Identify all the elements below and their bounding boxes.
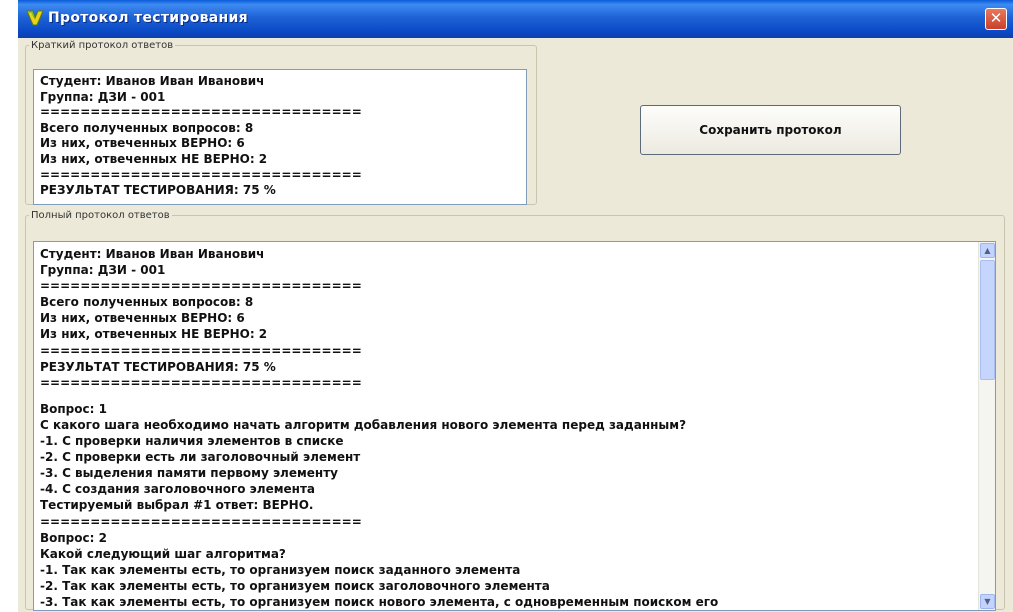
summary-line: Из них, отвеченных ВЕРНО: 6: [40, 136, 245, 151]
question-text: Какой следующий шаг алгоритма?: [40, 546, 286, 561]
full-protocol-content: Студент: Иванов Иван Иванович Группа: ДЗ…: [40, 246, 970, 610]
answer-option: -2. С проверки есть ли заголовочный элем…: [40, 450, 361, 465]
protocol-line: Из них, отвеченных НЕ ВЕРНО: 2: [40, 327, 268, 342]
answer-option: -1. С проверки наличия элементов в списк…: [40, 434, 344, 449]
protocol-line: Группа: ДЗИ - 001: [40, 263, 166, 278]
full-protocol-legend: Полный протокол ответов: [31, 210, 170, 221]
test-protocol-window: Протокол тестирования ✕ Краткий протокол…: [18, 0, 1013, 612]
scroll-down-button[interactable]: ▼: [980, 594, 995, 609]
answer-option: -1. Так как элементы есть, то организуем…: [40, 562, 521, 577]
title-bar[interactable]: Протокол тестирования ✕: [18, 0, 1013, 38]
answer-option: -3. Так как элементы есть, то организуем…: [40, 594, 719, 609]
answer-option: -3. С выделения памяти первому элементу: [40, 466, 339, 481]
chevron-up-icon: ▲: [984, 246, 991, 255]
full-protocol-group: Полный протокол ответов Студент: Иванов …: [25, 210, 1005, 611]
summary-line: ================================: [40, 167, 362, 182]
vertical-scrollbar[interactable]: ▲ ▼: [978, 242, 995, 610]
window-title: Протокол тестирования: [48, 10, 248, 26]
protocol-line: ================================: [40, 343, 362, 358]
close-button[interactable]: ✕: [985, 8, 1007, 30]
protocol-line: Студент: Иванов Иван Иванович: [40, 247, 265, 261]
protocol-line: РЕЗУЛЬТАТ ТЕСТИРОВАНИЯ: 75 %: [40, 359, 276, 374]
summary-line: ================================: [40, 105, 362, 120]
scrollbar-thumb[interactable]: [980, 260, 995, 380]
summary-line: Из них, отвеченных НЕ ВЕРНО: 2: [40, 151, 268, 166]
scroll-up-button[interactable]: ▲: [980, 243, 995, 258]
question-number: Вопрос: 2: [40, 530, 107, 545]
summary-protocol-legend: Краткий протокол ответов: [31, 40, 174, 51]
app-icon: [26, 10, 44, 26]
question-text: С какого шага необходимо начать алгоритм…: [40, 417, 687, 432]
summary-protocol-group: Краткий протокол ответов Студент: Иванов…: [25, 40, 537, 205]
summary-line: Группа: ДЗИ - 001: [40, 89, 166, 104]
answer-option: -4. С создания заголовочного элемента: [40, 482, 316, 497]
chevron-down-icon: ▼: [984, 597, 991, 606]
protocol-line: ================================: [40, 514, 362, 529]
answer-option: -2. Так как элементы есть, то организуем…: [40, 578, 550, 593]
save-protocol-button[interactable]: Сохранить протокол: [640, 105, 901, 155]
full-protocol-textarea[interactable]: Студент: Иванов Иван Иванович Группа: ДЗ…: [33, 241, 996, 611]
protocol-line: ================================: [40, 375, 362, 390]
protocol-line: Всего полученных вопросов: 8: [40, 295, 254, 310]
question-number: Вопрос: 1: [40, 401, 107, 416]
summary-line: Студент: Иванов Иван Иванович: [40, 74, 265, 88]
summary-protocol-text[interactable]: Студент: Иванов Иван Иванович Группа: ДЗ…: [33, 69, 527, 205]
summary-line: Всего полученных вопросов: 8: [40, 120, 254, 135]
protocol-line: ================================: [40, 279, 362, 294]
protocol-line: Из них, отвеченных ВЕРНО: 6: [40, 311, 245, 326]
answer-result: Тестируемый выбрал #1 ответ: ВЕРНО.: [40, 498, 314, 513]
close-icon: ✕: [989, 9, 1003, 27]
summary-line: РЕЗУЛЬТАТ ТЕСТИРОВАНИЯ: 75 %: [40, 183, 276, 198]
